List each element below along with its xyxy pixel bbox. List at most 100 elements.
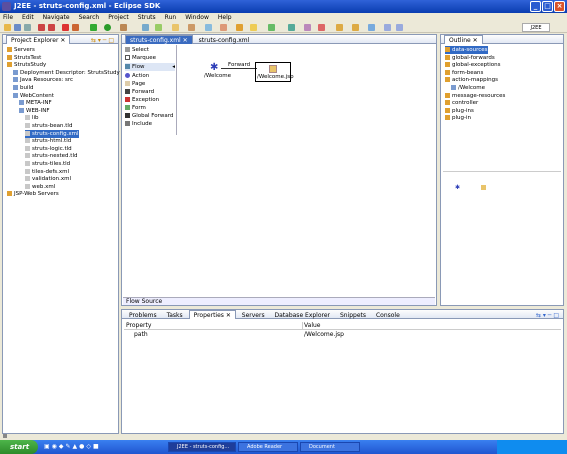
menu-file[interactable]: File: [3, 14, 13, 21]
tool-icon[interactable]: [62, 24, 69, 31]
palette-marquee[interactable]: Marquee: [125, 54, 156, 62]
tree-item-icon: [25, 123, 30, 128]
properties-header: Property Value: [124, 322, 561, 330]
tab-struts-config-1[interactable]: struts-config.xml ✕: [125, 35, 193, 44]
palette-page[interactable]: Page: [125, 80, 145, 88]
forward-connection[interactable]: [221, 68, 257, 69]
outline-tree-item[interactable]: plug-in: [445, 114, 471, 122]
thumbnail-action-icon: ✱: [455, 184, 461, 191]
menu-navigate[interactable]: Navigate: [43, 14, 70, 21]
page-node[interactable]: /Welcome.jsp: [255, 62, 294, 82]
tab-console[interactable]: Console: [372, 311, 404, 320]
tree-item-icon: [25, 130, 30, 136]
menu-help[interactable]: Help: [218, 14, 232, 21]
editor-bottom-tabs[interactable]: Flow Source: [123, 297, 435, 305]
thumbnail-page-icon: [481, 185, 486, 190]
tab-database-explorer[interactable]: Database Explorer: [271, 311, 335, 320]
tab-tasks[interactable]: Tasks: [163, 311, 187, 320]
project-explorer-panel: Project Explorer ✕ ⇆ ▾ ─ □ Servers Struts…: [2, 34, 120, 434]
tree-item-icon: [25, 153, 30, 159]
palette-select[interactable]: Select: [125, 46, 149, 54]
palette-include[interactable]: Include: [125, 120, 152, 128]
web-icon[interactable]: [220, 24, 227, 31]
external-tools-icon[interactable]: [120, 24, 127, 31]
tab-snippets[interactable]: Snippets: [336, 311, 370, 320]
palette-flow[interactable]: Flow ◂: [125, 63, 175, 71]
open-icon[interactable]: [188, 24, 195, 31]
globe-icon[interactable]: [288, 24, 295, 31]
outline-header: Outline ✕: [441, 35, 563, 44]
palette-exception[interactable]: Exception: [125, 96, 159, 104]
new-icon[interactable]: [4, 24, 11, 31]
tree-item-icon: [13, 77, 18, 83]
menu-run[interactable]: Run: [165, 14, 177, 21]
zoom-out-icon[interactable]: [396, 24, 403, 31]
system-tray: [497, 440, 567, 454]
back-icon[interactable]: [336, 24, 343, 31]
history-icon[interactable]: [368, 24, 375, 31]
column-property: Property: [126, 322, 152, 329]
menu-edit[interactable]: Edit: [22, 14, 34, 21]
open-type-icon[interactable]: [172, 24, 179, 31]
debug-icon[interactable]: [90, 24, 97, 31]
tab-properties[interactable]: Properties ✕: [188, 310, 236, 319]
palette-forward[interactable]: Forward: [125, 88, 154, 96]
tree-item-icon: [445, 69, 450, 75]
nav-icon-2[interactable]: [318, 24, 325, 31]
bulb-icon[interactable]: [250, 24, 257, 31]
view-menu-icon[interactable]: ⇆ ▾ ─ □: [91, 36, 114, 45]
menu-window[interactable]: Window: [185, 14, 209, 21]
server-stop-icon[interactable]: [48, 24, 55, 31]
palette-global-forward[interactable]: Global Forward: [125, 112, 173, 120]
tree-item-label: message-resources: [452, 92, 506, 99]
new-package-icon[interactable]: [142, 24, 149, 31]
forward-icon[interactable]: [352, 24, 359, 31]
tree-item-label: /Welcome: [458, 85, 486, 91]
menu-project[interactable]: Project: [108, 14, 129, 21]
tree-item-icon: [445, 54, 450, 60]
tree-item-label: JSP-Web Servers: [14, 191, 59, 198]
tab-project-explorer[interactable]: Project Explorer ✕: [6, 35, 71, 44]
tree-item-icon: [25, 145, 30, 151]
project_explorer-tree-item[interactable]: JSP-Web Servers: [7, 190, 59, 198]
server-icon[interactable]: [38, 24, 45, 31]
start-button[interactable]: start: [0, 440, 38, 454]
palette-action[interactable]: Action: [125, 72, 149, 80]
print-icon[interactable]: [24, 24, 31, 31]
properties-panel: Problems Tasks Properties ✕ Servers Data…: [121, 309, 564, 434]
quick-launch-icons[interactable]: ▣◉◆✎▲●◇■: [44, 443, 101, 450]
run-icon[interactable]: [104, 24, 111, 31]
save-icon[interactable]: [14, 24, 21, 31]
tab-servers[interactable]: Servers: [238, 311, 269, 320]
editor-tabs: struts-config.xml ✕ struts-config.xml: [122, 35, 436, 44]
minimize-button[interactable]: _: [530, 1, 541, 12]
close-button[interactable]: ×: [554, 1, 565, 12]
new-class-icon[interactable]: [155, 24, 162, 31]
task-adobe-reader[interactable]: Adobe Reader: [238, 442, 298, 452]
folder-icon[interactable]: [236, 24, 243, 31]
task-document[interactable]: Document: [300, 442, 360, 452]
zoom-in-icon[interactable]: [384, 24, 391, 31]
menu-struts[interactable]: Struts: [138, 14, 156, 21]
tree-item-icon: [445, 47, 450, 52]
palette-form[interactable]: Form: [125, 104, 146, 112]
menu-search[interactable]: Search: [79, 14, 100, 21]
tree-item-label: build: [20, 85, 34, 91]
tree-item-label: web.xml: [32, 183, 56, 190]
table-row[interactable]: path /Welcome.jsp: [124, 331, 561, 339]
search-icon[interactable]: [205, 24, 212, 31]
tree-item-label: form-beans: [452, 69, 484, 76]
tab-struts-config-2[interactable]: struts-config.xml: [195, 36, 254, 45]
properties-toolbar-icon[interactable]: ⇆ ▾ ─ □: [536, 311, 559, 320]
tree-item-icon: [19, 100, 24, 106]
task-eclipse[interactable]: J2EE - struts-config...: [168, 442, 236, 452]
nav-icon[interactable]: [304, 24, 311, 31]
tool-icon-2[interactable]: [72, 24, 79, 31]
tab-outline[interactable]: Outline ✕: [444, 35, 483, 44]
tree-item-label: action-mappings: [452, 77, 498, 84]
tab-problems[interactable]: Problems: [125, 311, 161, 320]
annotation-icon[interactable]: [268, 24, 275, 31]
perspective-j2ee[interactable]: J2EE: [522, 23, 550, 32]
maximize-button[interactable]: □: [542, 1, 553, 12]
taskbar: start ▣◉◆✎▲●◇■ J2EE - struts-config... A…: [0, 440, 567, 454]
